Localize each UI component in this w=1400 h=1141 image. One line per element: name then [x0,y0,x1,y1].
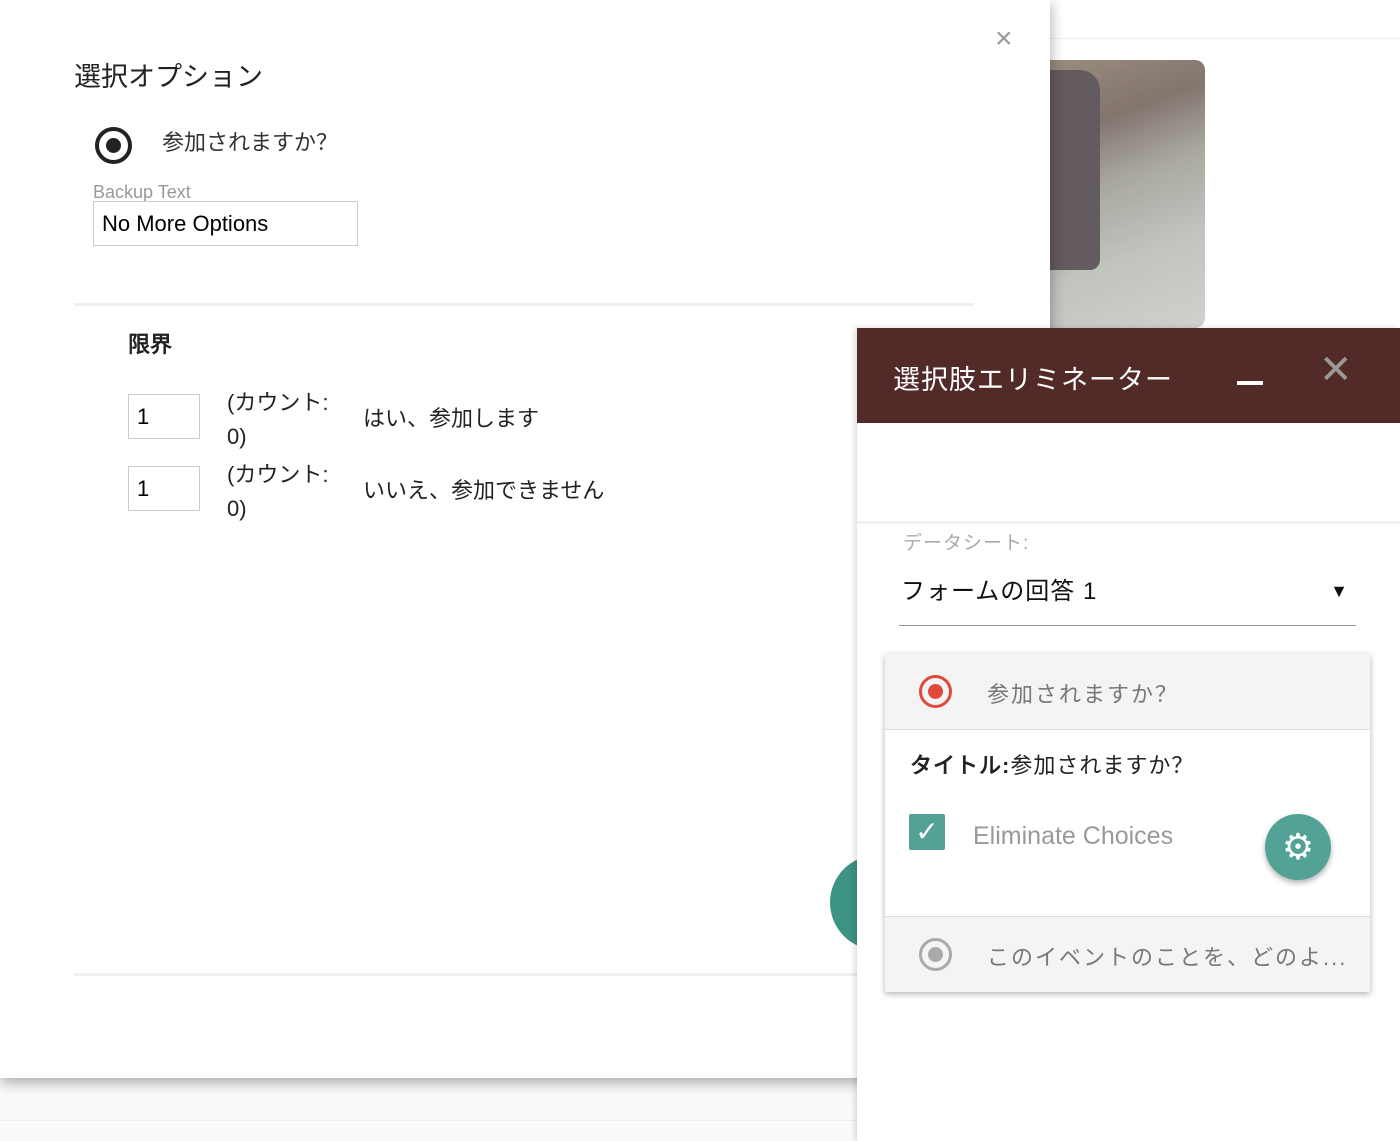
settings-button[interactable]: ⚙ [1265,814,1331,880]
datasheet-select[interactable]: フォームの回答 1 ▼ [899,563,1356,626]
limit-choice-label: いいえ、参加できません [363,478,605,503]
limit-count: (カウント: 0) [227,390,329,449]
choice-eliminator-panel: 選択肢エリミネーター ✕ データシート: フォームの回答 1 ▼ 参加されますか… [857,328,1400,1141]
question-text: 参加されますか？ [987,682,1180,707]
minimize-icon[interactable] [1237,381,1263,385]
divider [74,303,974,306]
question-text: このイベントのことを、どのよ... [987,945,1348,970]
gear-icon: ⚙ [1281,826,1315,867]
eliminate-choices-label: Eliminate Choices [973,822,1174,850]
divider [74,973,864,976]
divider [857,521,1400,524]
radio-icon [919,938,952,971]
close-icon[interactable]: ✕ [1319,350,1353,390]
limit-count: (カウント: 0) [227,462,329,521]
limit-row: (カウント: 0) はい、参加します [128,386,828,456]
chevron-down-icon: ▼ [1330,581,1348,601]
check-icon: ✓ [915,816,939,847]
radio-selected-icon [919,675,952,708]
question-radio[interactable] [95,127,132,164]
eliminate-choices-checkbox[interactable]: ✓ [909,814,945,850]
backup-text-input[interactable] [93,201,358,246]
limit-row: (カウント: 0) いいえ、参加できません [128,458,828,528]
backup-text-label: Backup Text [93,182,191,202]
limit-input[interactable] [128,466,200,511]
title-value: 参加されますか？ [1010,753,1195,778]
background-divider [1050,38,1400,39]
limit-input[interactable] [128,394,200,439]
limits-heading: 限界 [128,332,173,357]
panel-header: 選択肢エリミネーター ✕ [857,328,1400,423]
question-card: 参加されますか？ タイトル:参加されますか？ ✓ Eliminate Choic… [885,654,1370,992]
title-label: タイトル: [910,753,1011,778]
datasheet-value: フォームの回答 1 [901,578,1098,605]
close-icon[interactable]: × [995,24,1013,54]
datasheet-label: データシート: [903,533,1030,554]
dialog-title: 選択オプション [74,62,263,92]
question-item[interactable]: 参加されますか？ [885,654,1370,730]
panel-title: 選択肢エリミネーター [893,365,1173,395]
question-label: 参加されますか？ [162,130,339,155]
question-detail-title: タイトル:参加されますか？ [910,748,1194,780]
background-photo [1040,60,1205,328]
question-item[interactable]: このイベントのことを、どのよ... [885,916,1370,992]
limit-choice-label: はい、参加します [363,406,540,431]
